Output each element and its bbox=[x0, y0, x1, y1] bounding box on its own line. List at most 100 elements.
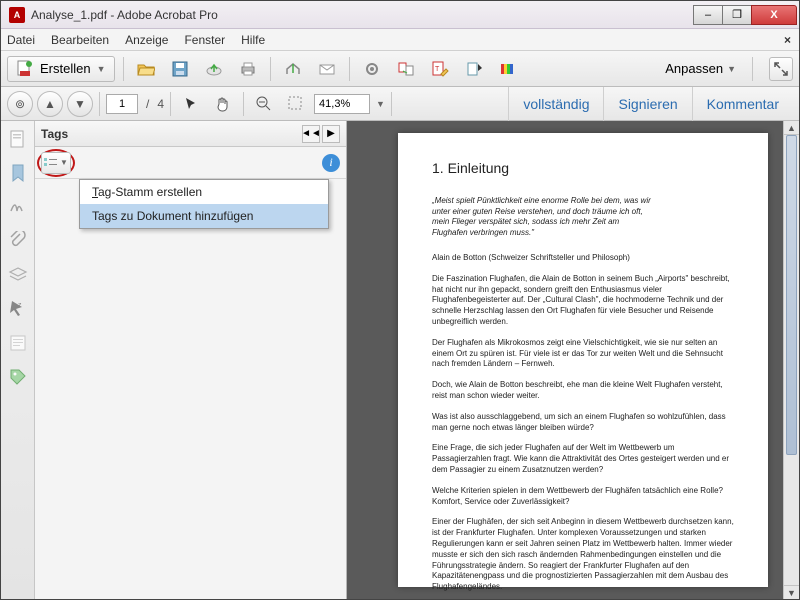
create-pdf-icon bbox=[16, 60, 34, 78]
zoom-out-icon bbox=[255, 95, 273, 113]
edit-text-icon: T bbox=[431, 60, 449, 78]
menu-anzeige[interactable]: Anzeige bbox=[125, 33, 168, 47]
app-icon: A bbox=[9, 7, 25, 23]
kommentar-tab[interactable]: Kommentar bbox=[692, 87, 793, 121]
tags-title: Tags bbox=[41, 127, 300, 141]
menu-fenster[interactable]: Fenster bbox=[184, 33, 225, 47]
order-icon[interactable]: z bbox=[8, 299, 28, 319]
zoom-input[interactable] bbox=[314, 94, 370, 114]
content-icon[interactable] bbox=[8, 333, 28, 353]
menu-bearbeiten[interactable]: Bearbeiten bbox=[51, 33, 109, 47]
edit-text-button[interactable]: T bbox=[426, 56, 454, 82]
vertical-scrollbar[interactable]: ▲ ▼ bbox=[783, 121, 799, 599]
separator bbox=[752, 57, 753, 81]
open-button[interactable] bbox=[132, 56, 160, 82]
vollstaendig-tab[interactable]: vollständig bbox=[508, 87, 603, 121]
signieren-tab[interactable]: Signieren bbox=[603, 87, 691, 121]
separator bbox=[123, 57, 124, 81]
window-title: Analyse_1.pdf - Adobe Acrobat Pro bbox=[31, 8, 694, 22]
separator bbox=[243, 92, 244, 116]
document-viewport[interactable]: 1. Einleitung „Meist spielt Pünktlichkei… bbox=[347, 121, 799, 599]
chevron-down-icon: ▼ bbox=[97, 64, 106, 74]
layers-icon[interactable] bbox=[8, 265, 28, 285]
doc-para: Eine Frage, die sich jeder Flughafen auf… bbox=[432, 443, 734, 475]
page-number-input[interactable] bbox=[106, 94, 138, 114]
floppy-icon bbox=[171, 60, 189, 78]
folder-open-icon bbox=[137, 60, 155, 78]
chevron-down-icon: ▼ bbox=[60, 158, 68, 167]
erstellen-label: Erstellen bbox=[40, 61, 91, 76]
menubar-close-icon[interactable]: × bbox=[784, 33, 791, 47]
maximize-button[interactable]: ❐ bbox=[722, 5, 752, 25]
attachments-icon[interactable] bbox=[8, 231, 28, 251]
thumbnails-icon[interactable] bbox=[8, 129, 28, 149]
zoom-out-button[interactable] bbox=[250, 91, 278, 117]
tool-a-button[interactable] bbox=[358, 56, 386, 82]
share-button[interactable] bbox=[279, 56, 307, 82]
tags-prev-button[interactable]: ◄◄ bbox=[302, 125, 320, 143]
marquee-zoom-button[interactable] bbox=[282, 91, 310, 117]
info-icon[interactable]: i bbox=[322, 154, 340, 172]
cloud-icon bbox=[205, 60, 223, 78]
convert-button[interactable] bbox=[392, 56, 420, 82]
doc-para: Einer der Flughäfen, der sich seit Anbeg… bbox=[432, 517, 734, 593]
tags-rail-icon[interactable] bbox=[8, 367, 28, 387]
doc-para: Der Flughafen als Mikrokosmos zeigt eine… bbox=[432, 338, 734, 370]
hand-tool[interactable] bbox=[209, 91, 237, 117]
cloud-button[interactable] bbox=[200, 56, 228, 82]
rainbow-icon bbox=[499, 60, 517, 78]
marquee-icon bbox=[287, 95, 305, 113]
separator bbox=[349, 57, 350, 81]
hand-icon bbox=[214, 95, 232, 113]
titlebar: A Analyse_1.pdf - Adobe Acrobat Pro – ❐ … bbox=[1, 1, 799, 29]
menu-hilfe[interactable]: Hilfe bbox=[241, 33, 265, 47]
menu-tag-stamm-erstellen[interactable]: Tag-Stamm erstellen bbox=[80, 180, 328, 204]
menubar: Datei Bearbeiten Anzeige Fenster Hilfe × bbox=[1, 29, 799, 51]
main-area: z Tags ◄◄ ▶ ▼ i Tag-Stamm erstellen bbox=[1, 121, 799, 599]
signatures-icon[interactable] bbox=[8, 197, 28, 217]
chevron-down-icon: ▼ bbox=[727, 64, 736, 74]
doc-para: Welche Kriterien spielen in dem Wettbewe… bbox=[432, 486, 734, 508]
menu-datei[interactable]: Datei bbox=[7, 33, 35, 47]
next-page-button[interactable]: ▼ bbox=[67, 91, 93, 117]
app-window: A Analyse_1.pdf - Adobe Acrobat Pro – ❐ … bbox=[0, 0, 800, 600]
separator bbox=[391, 92, 392, 116]
scroll-up-icon[interactable]: ▲ bbox=[784, 121, 799, 135]
print-button[interactable] bbox=[234, 56, 262, 82]
doc-quote: „Meist spielt Pünktlichkeit eine enorme … bbox=[432, 196, 652, 239]
scroll-thumb[interactable] bbox=[786, 135, 797, 455]
erstellen-dropdown[interactable]: Erstellen ▼ bbox=[7, 56, 115, 82]
color-button[interactable] bbox=[494, 56, 522, 82]
minimize-button[interactable]: – bbox=[693, 5, 723, 25]
tags-context-menu: Tag-Stamm erstellen Tags zu Dokument hin… bbox=[79, 179, 329, 229]
select-button[interactable] bbox=[460, 56, 488, 82]
anpassen-label: Anpassen bbox=[665, 61, 723, 76]
doc-para: Doch, wie Alain de Botton beschreibt, eh… bbox=[432, 380, 734, 402]
scroll-down-icon[interactable]: ▼ bbox=[784, 585, 799, 599]
close-button[interactable]: X bbox=[751, 5, 797, 25]
menu-tags-zu-dokument[interactable]: Tags zu Dokument hinzufügen bbox=[80, 204, 328, 228]
pointer-tool[interactable] bbox=[177, 91, 205, 117]
tags-options-button[interactable]: ▼ bbox=[41, 152, 71, 174]
bookmarks-icon[interactable] bbox=[8, 163, 28, 183]
window-controls: – ❐ X bbox=[694, 5, 797, 25]
tags-panel: Tags ◄◄ ▶ ▼ i Tag-Stamm erstellen Tags z… bbox=[35, 121, 347, 599]
email-button[interactable] bbox=[313, 56, 341, 82]
pointer-icon bbox=[182, 95, 200, 113]
svg-text:T: T bbox=[435, 66, 440, 73]
page-sep: / bbox=[146, 97, 149, 111]
prev-page-button[interactable]: ▲ bbox=[37, 91, 63, 117]
toolbar-nav: ⊚ ▲ ▼ / 4 ▼ vollständig Signieren Kommen… bbox=[1, 87, 799, 121]
share-icon bbox=[284, 60, 302, 78]
anpassen-dropdown[interactable]: Anpassen ▼ bbox=[657, 61, 744, 76]
save-button[interactable] bbox=[166, 56, 194, 82]
separator bbox=[99, 92, 100, 116]
first-page-button[interactable]: ⊚ bbox=[7, 91, 33, 117]
printer-icon bbox=[239, 60, 257, 78]
options-list-icon bbox=[44, 157, 58, 169]
chevron-down-icon: ▼ bbox=[376, 99, 385, 109]
svg-text:z: z bbox=[18, 302, 22, 309]
tags-next-button[interactable]: ▶ bbox=[322, 125, 340, 143]
expand-icon bbox=[774, 62, 788, 76]
fullscreen-button[interactable] bbox=[769, 57, 793, 81]
